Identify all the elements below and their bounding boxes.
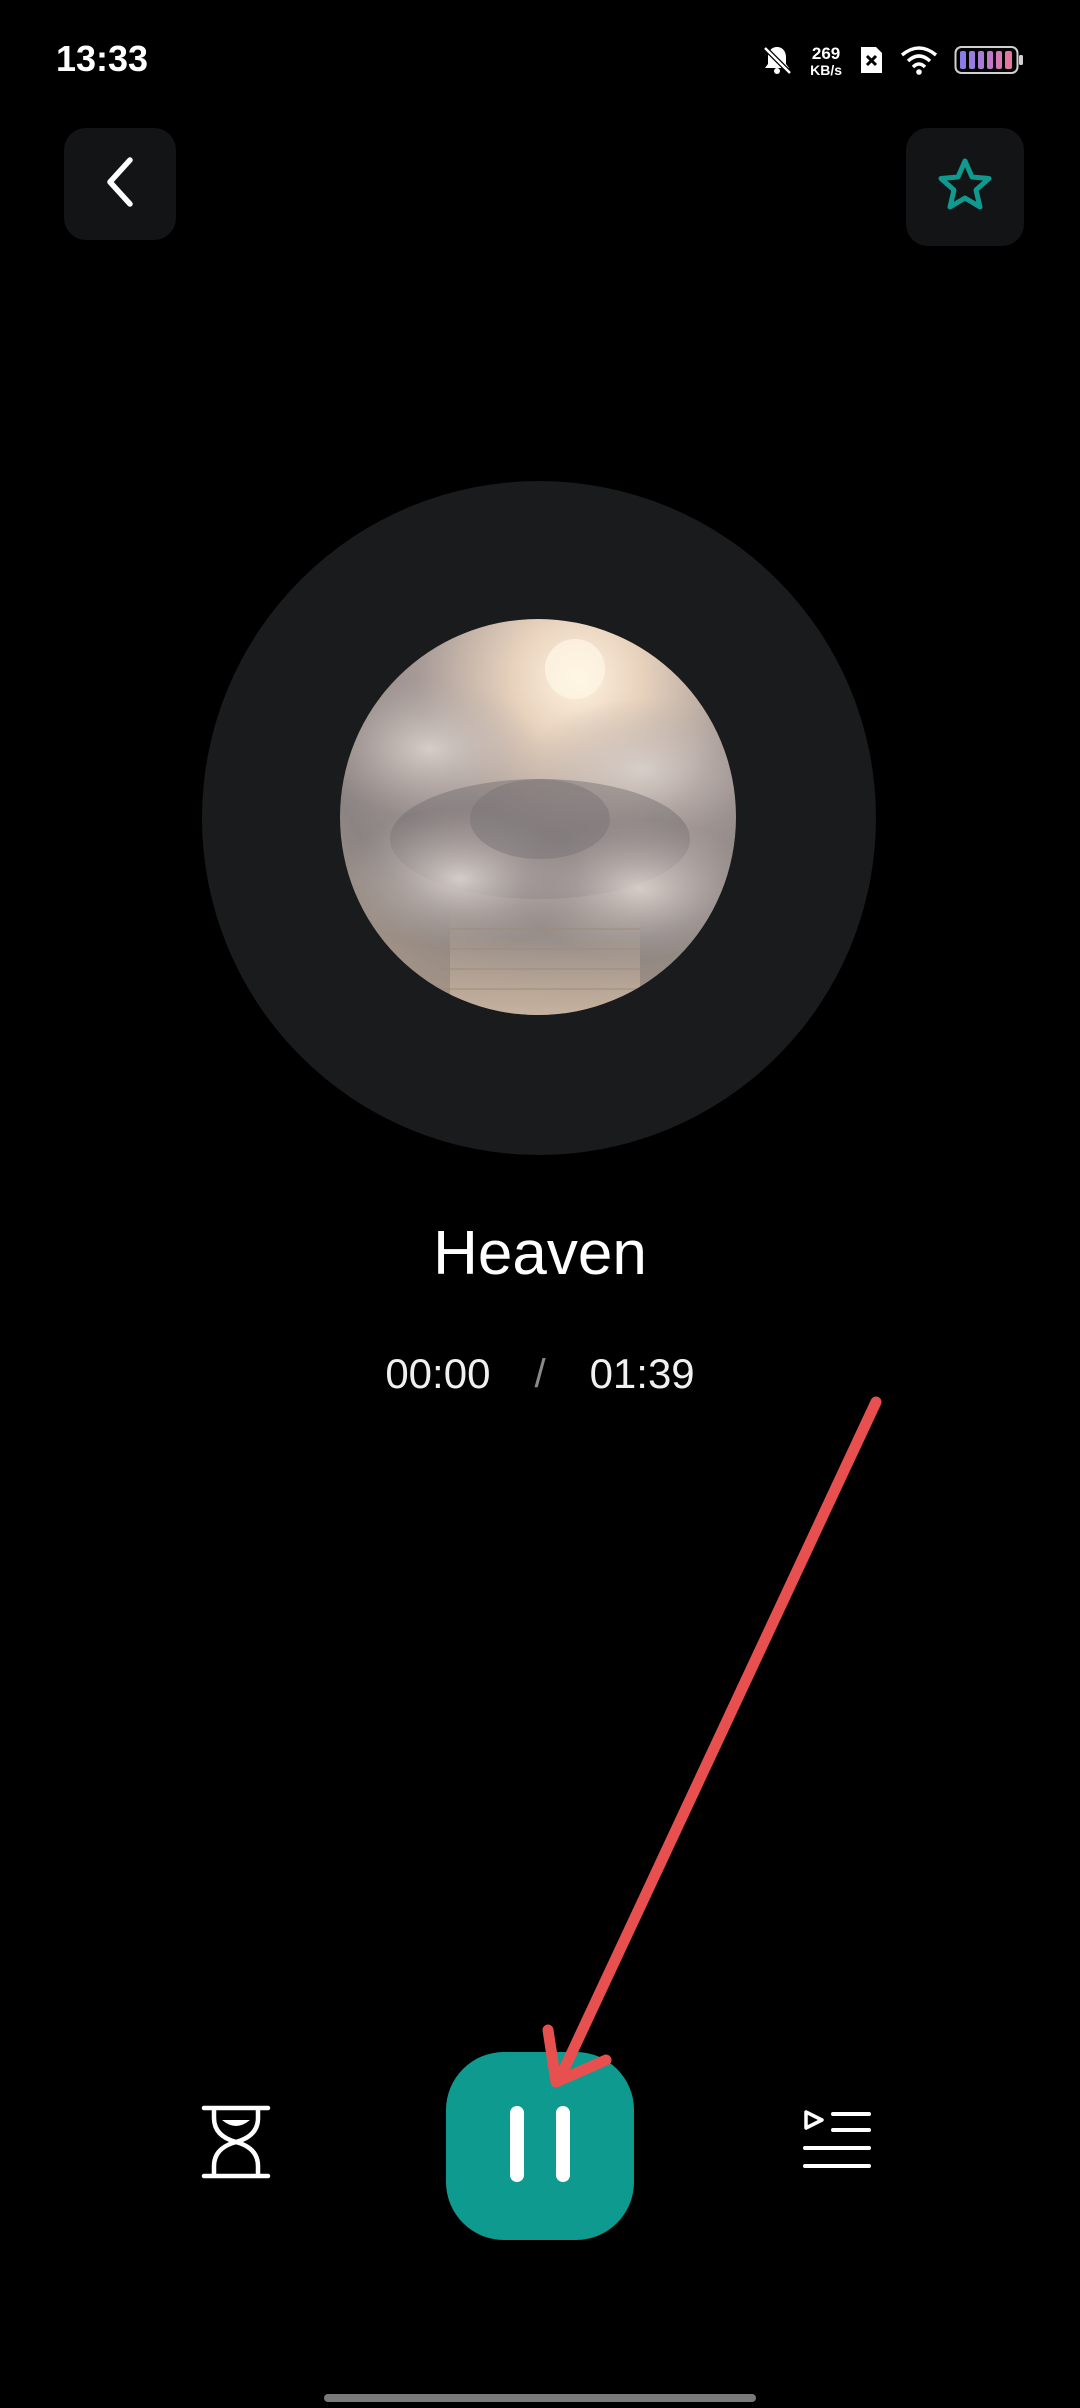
wifi-icon <box>900 45 938 80</box>
bell-muted-icon <box>760 43 794 82</box>
sim-none-icon <box>858 45 884 80</box>
back-button[interactable] <box>64 128 176 240</box>
playback-time: 00:00 / 01:39 <box>0 1350 1080 1398</box>
player-screen: 13:33 269 KB/s Heaven 00:00 / 01:39 <box>0 0 1080 2408</box>
home-indicator[interactable] <box>324 2394 756 2402</box>
time-separator: / <box>534 1351 546 1396</box>
network-speed-value: 269 <box>811 44 841 63</box>
playlist-icon <box>803 2109 871 2175</box>
chevron-left-icon <box>100 154 140 215</box>
star-outline-icon <box>935 156 995 219</box>
network-speed: 269 KB/s <box>810 45 842 79</box>
pause-icon <box>505 2102 575 2191</box>
battery-icon <box>954 45 1024 80</box>
total-time: 01:39 <box>589 1350 695 1397</box>
album-art <box>340 619 736 1015</box>
current-time: 00:00 <box>385 1350 491 1397</box>
sleep-timer-button[interactable] <box>198 2100 274 2188</box>
network-speed-unit: KB/s <box>810 62 842 78</box>
status-time: 13:33 <box>56 38 149 79</box>
playlist-button[interactable] <box>800 2108 874 2176</box>
pause-button[interactable] <box>446 2052 634 2240</box>
hourglass-icon <box>198 2104 274 2185</box>
annotation-arrow <box>542 1396 882 2088</box>
favorite-button[interactable] <box>906 128 1024 246</box>
track-title: Heaven <box>433 1219 647 1288</box>
status-icons: 269 KB/s <box>760 40 1024 84</box>
status-bar: 13:33 269 KB/s <box>0 0 1080 120</box>
